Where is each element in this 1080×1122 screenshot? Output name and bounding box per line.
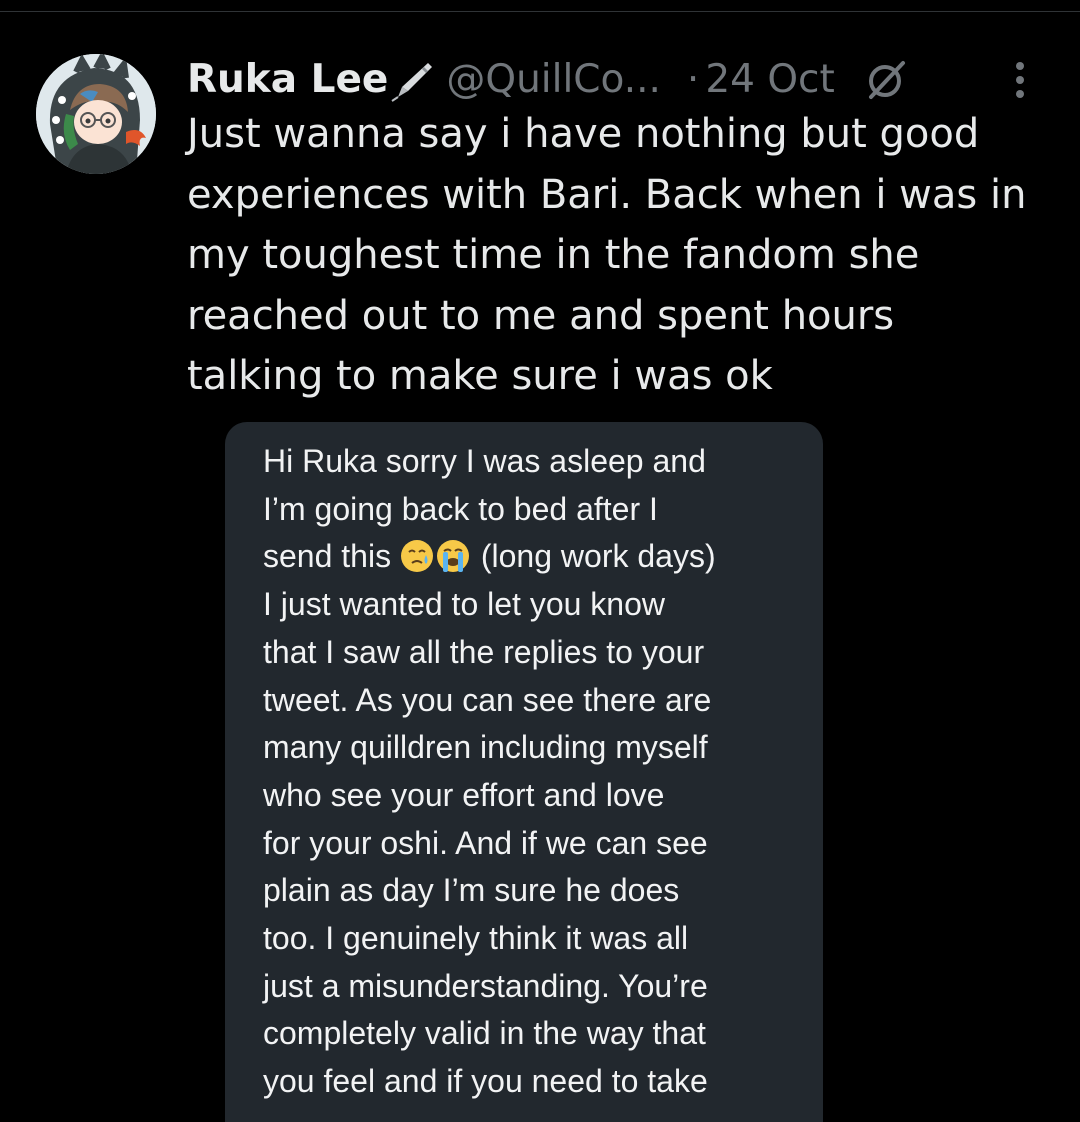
- message-line: many quilldren including myself: [263, 729, 708, 766]
- message-line: I just wanted to let you know: [263, 586, 665, 623]
- message-line: too. I genuinely think it was all: [263, 920, 689, 957]
- tweet-text: Just wanna say i have nothing but good e…: [187, 111, 1027, 399]
- message-line: plain as day I’m sure he does: [263, 872, 680, 909]
- message-line-suffix: (long work days): [480, 538, 716, 575]
- tweet-header: Ruka Lee @QuillCo... · 24 Oct: [187, 52, 1047, 108]
- separator-dot: ·: [686, 57, 700, 102]
- top-divider: [0, 0, 1080, 12]
- face-with-tear-emoji: [400, 539, 434, 573]
- message-line: Hi Ruka sorry I was asleep and: [263, 443, 706, 479]
- message-screenshot: Hi Ruka sorry I was asleep and I’m going…: [263, 438, 813, 1106]
- media-image[interactable]: Hi Ruka sorry I was asleep and I’m going…: [225, 422, 823, 1122]
- message-line: just a misunderstanding. You’re: [263, 967, 708, 1004]
- tweet-date[interactable]: 24 Oct: [705, 52, 834, 108]
- author-name[interactable]: Ruka Lee: [187, 52, 388, 108]
- message-line: you feel and if you need to take: [263, 1063, 708, 1100]
- avatar[interactable]: [36, 54, 156, 174]
- message-line: tweet. As you can see there are: [263, 681, 712, 718]
- message-line: who see your effort and love: [263, 776, 665, 813]
- loudly-crying-emoji: [436, 539, 470, 573]
- message-line: I’m going back to bed after I: [263, 490, 658, 527]
- avatar-image: [36, 54, 156, 174]
- author-handle[interactable]: @QuillCo...: [446, 52, 661, 108]
- message-line-prefix: send this: [263, 538, 392, 575]
- more-vertical-icon[interactable]: [1008, 58, 1032, 102]
- message-line: completely valid in the way that: [263, 1015, 706, 1052]
- message-line: for your oshi. And if we can see: [263, 824, 708, 861]
- message-line: send this (long work days): [263, 533, 813, 581]
- grok-icon[interactable]: [863, 57, 909, 103]
- message-line: that I saw all the replies to your: [263, 633, 705, 670]
- fountain-pen-icon: [388, 57, 434, 103]
